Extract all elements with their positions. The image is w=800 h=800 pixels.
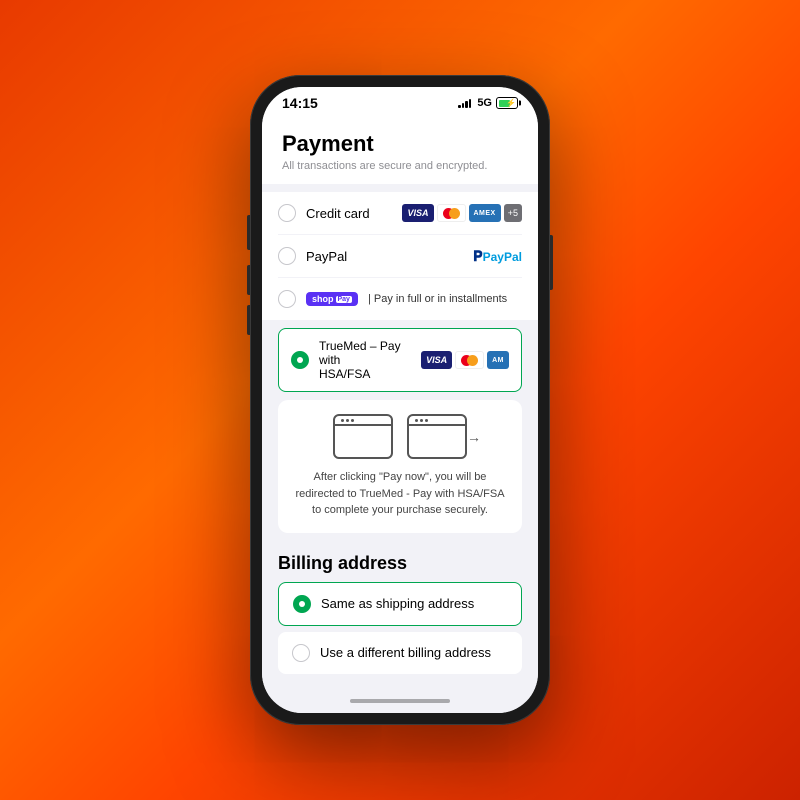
order-summary-section: Order summary 1 The Body Pro [262,682,538,690]
status-bar: 14:15 5G ⚡ [262,87,538,115]
truemed-amex-icon: AM [487,351,509,369]
home-indicator [262,689,538,713]
payment-option-credit-card[interactable]: Credit card VISA AMEX +5 [278,192,522,235]
truemed-mc-icon [455,351,484,369]
redirect-target-icon [407,414,467,459]
redirect-visual: → [333,414,467,459]
radio-truemed[interactable] [291,351,309,369]
page-subtitle: All transactions are secure and encrypte… [282,160,518,172]
mastercard-icon [437,204,466,222]
browser-dots [341,419,354,422]
phone-screen: 14:15 5G ⚡ Payment All transac [262,87,538,713]
billing-different-address[interactable]: Use a different billing address [278,632,522,674]
shop-pay-label: | Pay in full or in installments [368,293,522,305]
radio-paypal[interactable] [278,247,296,265]
paypal-logo: 𝐏PayPal [473,248,522,265]
status-icons: 5G ⚡ [458,97,518,109]
redirect-arrow-icon: → [467,429,481,445]
payment-option-shop-pay[interactable]: shopPay | Pay in full or in installments [278,278,522,320]
credit-card-icons: VISA AMEX +5 [402,204,522,222]
radio-shop-pay[interactable] [278,290,296,308]
visa-icon: VISA [402,204,433,222]
payment-options-section: Credit card VISA AMEX +5 [262,192,538,320]
paypal-label: PayPal [306,249,463,264]
payment-option-paypal[interactable]: PayPal 𝐏PayPal [278,235,522,278]
credit-card-label: Credit card [306,206,392,221]
different-billing-label: Use a different billing address [320,645,491,660]
battery-icon: ⚡ [496,97,518,109]
radio-same-shipping[interactable] [293,595,311,613]
network-label: 5G [477,97,492,109]
status-time: 14:15 [282,95,318,111]
phone-frame: 14:15 5G ⚡ Payment All transac [250,75,550,725]
truemed-selected-row[interactable]: TrueMed – Pay withHSA/FSA VISA AM [278,328,522,392]
payment-option-truemed[interactable]: TrueMed – Pay withHSA/FSA VISA AM [278,328,522,392]
redirect-info-box: → After clicking "Pay now", you will be … [278,400,522,533]
page-title: Payment [282,131,518,157]
truemed-card-icons: VISA AM [421,351,509,369]
scroll-content[interactable]: Payment All transactions are secure and … [262,115,538,689]
radio-credit-card[interactable] [278,204,296,222]
home-bar [350,699,450,703]
billing-address-title: Billing address [278,541,522,582]
redirect-description: After clicking "Pay now", you will be re… [292,469,508,519]
target-browser-dots [415,419,428,422]
same-shipping-label: Same as shipping address [321,596,474,611]
truemed-visa-icon: VISA [421,351,452,369]
signal-icon [458,98,471,108]
radio-different-billing[interactable] [292,644,310,662]
truemed-label: TrueMed – Pay withHSA/FSA [319,339,411,381]
page-header: Payment All transactions are secure and … [262,115,538,184]
shop-pay-badge: shopPay [306,292,358,306]
redirect-browser-icon [333,414,393,459]
more-cards-badge: +5 [504,204,522,222]
billing-address-section: Billing address Same as shipping address… [262,541,538,674]
billing-same-shipping[interactable]: Same as shipping address [278,582,522,626]
order-summary-title: Order summary [278,682,522,690]
amex-icon: AMEX [469,204,501,222]
